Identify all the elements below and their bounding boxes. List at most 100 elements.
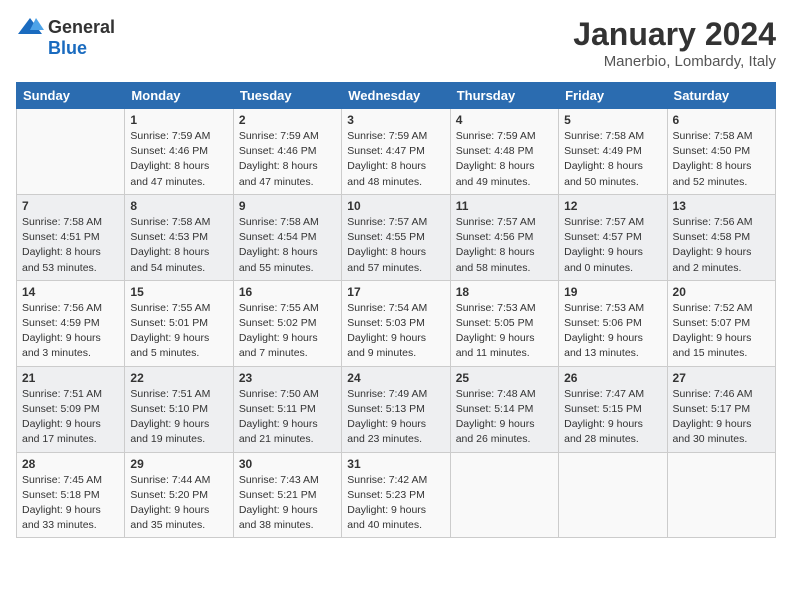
calendar-cell: 6Sunrise: 7:58 AMSunset: 4:50 PMDaylight… xyxy=(667,109,775,195)
day-number: 12 xyxy=(564,199,661,213)
calendar-cell: 7 Sunrise: 7:58 AMSunset: 4:51 PMDaylight… xyxy=(17,194,125,280)
day-number: 7 xyxy=(22,199,119,213)
logo-icon xyxy=(16,16,44,38)
week-row-3: 14Sunrise: 7:56 AMSunset: 4:59 PMDayligh… xyxy=(17,280,776,366)
calendar-cell: 11Sunrise: 7:57 AMSunset: 4:56 PMDayligh… xyxy=(450,194,558,280)
calendar-cell: 8 Sunrise: 7:58 AMSunset: 4:53 PMDaylight… xyxy=(125,194,233,280)
title-block: January 2024 Manerbio, Lombardy, Italy xyxy=(573,16,776,70)
cell-info: Sunrise: 7:55 AMSunset: 5:02 PMDaylight:… xyxy=(239,301,336,362)
calendar-cell: 10 Sunrise: 7:57 AMSunset: 4:55 PMDayligh… xyxy=(342,194,450,280)
calendar-cell xyxy=(450,452,558,538)
cell-info: Sunrise: 7:58 AMSunset: 4:51 PMDaylight:… xyxy=(22,215,119,276)
cell-info: Sunrise: 7:50 AMSunset: 5:11 PMDaylight:… xyxy=(239,387,336,448)
day-number: 31 xyxy=(347,457,444,471)
header-day-wednesday: Wednesday xyxy=(342,83,450,109)
cell-info: Sunrise: 7:47 AMSunset: 5:15 PMDaylight:… xyxy=(564,387,661,448)
day-number: 3 xyxy=(347,113,444,127)
cell-info: Sunrise: 7:58 AMSunset: 4:53 PMDaylight:… xyxy=(130,215,227,276)
calendar-cell: 3 Sunrise: 7:59 AMSunset: 4:47 PMDaylight… xyxy=(342,109,450,195)
cell-info: Sunrise: 7:53 AMSunset: 5:06 PMDaylight:… xyxy=(564,301,661,362)
calendar-cell: 14Sunrise: 7:56 AMSunset: 4:59 PMDayligh… xyxy=(17,280,125,366)
calendar-cell: 25Sunrise: 7:48 AMSunset: 5:14 PMDayligh… xyxy=(450,366,558,452)
calendar-cell: 13Sunrise: 7:56 AMSunset: 4:58 PMDayligh… xyxy=(667,194,775,280)
calendar-cell: 31 Sunrise: 7:42 AMSunset: 5:23 PMDayligh… xyxy=(342,452,450,538)
header-day-thursday: Thursday xyxy=(450,83,558,109)
day-number: 28 xyxy=(22,457,119,471)
day-number: 26 xyxy=(564,371,661,385)
day-number: 22 xyxy=(130,371,227,385)
calendar-cell: 1 Sunrise: 7:59 AMSunset: 4:46 PMDaylight… xyxy=(125,109,233,195)
cell-info: Sunrise: 7:59 AMSunset: 4:46 PMDaylight:… xyxy=(130,129,227,190)
calendar-cell xyxy=(559,452,667,538)
calendar-table: SundayMondayTuesdayWednesdayThursdayFrid… xyxy=(16,82,776,538)
cell-info: Sunrise: 7:57 AMSunset: 4:55 PMDaylight:… xyxy=(347,215,444,276)
cell-info: Sunrise: 7:57 AMSunset: 4:56 PMDaylight:… xyxy=(456,215,553,276)
day-number: 18 xyxy=(456,285,553,299)
header-day-sunday: Sunday xyxy=(17,83,125,109)
calendar-cell: 18Sunrise: 7:53 AMSunset: 5:05 PMDayligh… xyxy=(450,280,558,366)
week-row-4: 21Sunrise: 7:51 AMSunset: 5:09 PMDayligh… xyxy=(17,366,776,452)
header-day-monday: Monday xyxy=(125,83,233,109)
cell-info: Sunrise: 7:59 AMSunset: 4:47 PMDaylight:… xyxy=(347,129,444,190)
day-number: 8 xyxy=(130,199,227,213)
week-row-2: 7 Sunrise: 7:58 AMSunset: 4:51 PMDaylight… xyxy=(17,194,776,280)
cell-info: Sunrise: 7:43 AMSunset: 5:21 PMDaylight:… xyxy=(239,473,336,534)
calendar-cell: 16 Sunrise: 7:55 AMSunset: 5:02 PMDayligh… xyxy=(233,280,341,366)
header-day-tuesday: Tuesday xyxy=(233,83,341,109)
calendar-cell: 20Sunrise: 7:52 AMSunset: 5:07 PMDayligh… xyxy=(667,280,775,366)
day-number: 6 xyxy=(673,113,770,127)
cell-info: Sunrise: 7:55 AMSunset: 5:01 PMDaylight:… xyxy=(130,301,227,362)
calendar-body: 1 Sunrise: 7:59 AMSunset: 4:46 PMDaylight… xyxy=(17,109,776,538)
day-number: 1 xyxy=(130,113,227,127)
cell-info: Sunrise: 7:46 AMSunset: 5:17 PMDaylight:… xyxy=(673,387,770,448)
day-number: 23 xyxy=(239,371,336,385)
day-number: 9 xyxy=(239,199,336,213)
calendar-cell: 2 Sunrise: 7:59 AMSunset: 4:46 PMDaylight… xyxy=(233,109,341,195)
logo-blue: Blue xyxy=(48,38,87,59)
calendar-cell xyxy=(17,109,125,195)
day-number: 16 xyxy=(239,285,336,299)
calendar-header: SundayMondayTuesdayWednesdayThursdayFrid… xyxy=(17,83,776,109)
cell-info: Sunrise: 7:57 AMSunset: 4:57 PMDaylight:… xyxy=(564,215,661,276)
calendar-cell: 30 Sunrise: 7:43 AMSunset: 5:21 PMDayligh… xyxy=(233,452,341,538)
calendar-cell xyxy=(667,452,775,538)
cell-info: Sunrise: 7:58 AMSunset: 4:49 PMDaylight:… xyxy=(564,129,661,190)
cell-info: Sunrise: 7:42 AMSunset: 5:23 PMDaylight:… xyxy=(347,473,444,534)
calendar-title: January 2024 xyxy=(573,16,776,53)
calendar-cell: 15 Sunrise: 7:55 AMSunset: 5:01 PMDayligh… xyxy=(125,280,233,366)
calendar-cell: 26 Sunrise: 7:47 AMSunset: 5:15 PMDayligh… xyxy=(559,366,667,452)
day-number: 24 xyxy=(347,371,444,385)
calendar-cell: 9Sunrise: 7:58 AMSunset: 4:54 PMDaylight… xyxy=(233,194,341,280)
calendar-cell: 24Sunrise: 7:49 AMSunset: 5:13 PMDayligh… xyxy=(342,366,450,452)
day-number: 27 xyxy=(673,371,770,385)
header-day-saturday: Saturday xyxy=(667,83,775,109)
calendar-cell: 23 Sunrise: 7:50 AMSunset: 5:11 PMDayligh… xyxy=(233,366,341,452)
cell-info: Sunrise: 7:54 AMSunset: 5:03 PMDaylight:… xyxy=(347,301,444,362)
calendar-cell: 29Sunrise: 7:44 AMSunset: 5:20 PMDayligh… xyxy=(125,452,233,538)
week-row-1: 1 Sunrise: 7:59 AMSunset: 4:46 PMDaylight… xyxy=(17,109,776,195)
header-row: SundayMondayTuesdayWednesdayThursdayFrid… xyxy=(17,83,776,109)
day-number: 2 xyxy=(239,113,336,127)
day-number: 14 xyxy=(22,285,119,299)
calendar-cell: 12 Sunrise: 7:57 AMSunset: 4:57 PMDayligh… xyxy=(559,194,667,280)
calendar-cell: 27 Sunrise: 7:46 AMSunset: 5:17 PMDayligh… xyxy=(667,366,775,452)
week-row-5: 28 Sunrise: 7:45 AMSunset: 5:18 PMDayligh… xyxy=(17,452,776,538)
day-number: 13 xyxy=(673,199,770,213)
calendar-subtitle: Manerbio, Lombardy, Italy xyxy=(573,53,776,70)
calendar-cell: 5 Sunrise: 7:58 AMSunset: 4:49 PMDaylight… xyxy=(559,109,667,195)
calendar-cell: 19Sunrise: 7:53 AMSunset: 5:06 PMDayligh… xyxy=(559,280,667,366)
logo-general: General xyxy=(48,17,115,38)
day-number: 30 xyxy=(239,457,336,471)
cell-info: Sunrise: 7:44 AMSunset: 5:20 PMDaylight:… xyxy=(130,473,227,534)
day-number: 10 xyxy=(347,199,444,213)
cell-info: Sunrise: 7:59 AMSunset: 4:46 PMDaylight:… xyxy=(239,129,336,190)
day-number: 5 xyxy=(564,113,661,127)
day-number: 15 xyxy=(130,285,227,299)
cell-info: Sunrise: 7:52 AMSunset: 5:07 PMDaylight:… xyxy=(673,301,770,362)
header-day-friday: Friday xyxy=(559,83,667,109)
cell-info: Sunrise: 7:45 AMSunset: 5:18 PMDaylight:… xyxy=(22,473,119,534)
page-header: General Blue January 2024 Manerbio, Lomb… xyxy=(16,16,776,70)
calendar-cell: 17Sunrise: 7:54 AMSunset: 5:03 PMDayligh… xyxy=(342,280,450,366)
logo: General Blue xyxy=(16,16,115,59)
cell-info: Sunrise: 7:51 AMSunset: 5:09 PMDaylight:… xyxy=(22,387,119,448)
